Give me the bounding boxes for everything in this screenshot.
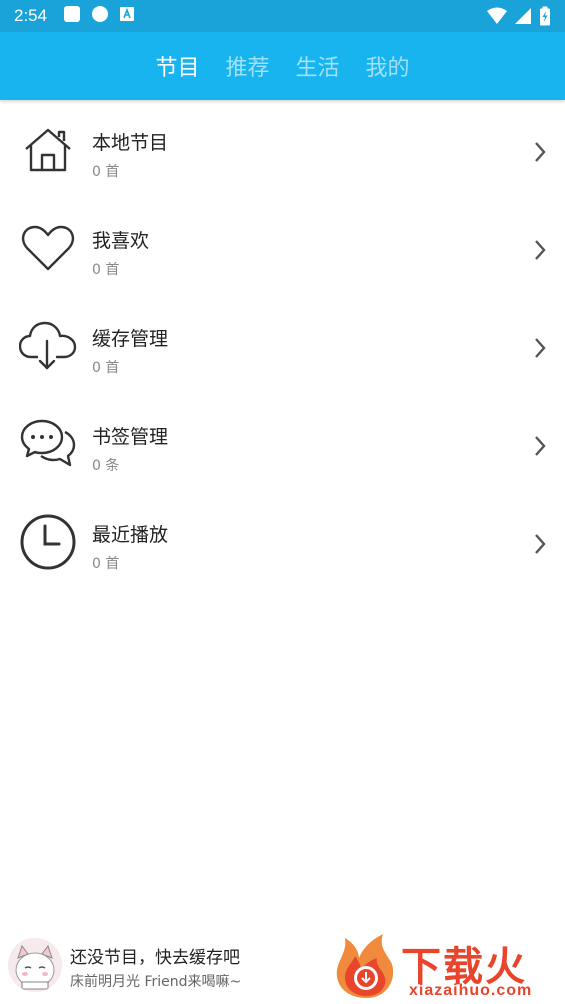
tab-mine[interactable]: 我的 [366, 50, 410, 82]
signal-icon [515, 7, 531, 29]
item-title: 我喜欢 [92, 230, 150, 252]
item-count: 0 首 [92, 164, 120, 180]
home-icon [18, 122, 78, 178]
item-title: 最近播放 [92, 524, 169, 546]
top-tab-bar: 节目 推荐 生活 我的 [0, 32, 565, 100]
list-item-local-programs[interactable]: 本地节目 0 首 [0, 100, 565, 198]
notification-circle-icon [91, 5, 109, 27]
status-time: 2:54 [14, 6, 48, 25]
list-item-recently-played[interactable]: 最近播放 0 首 [0, 492, 565, 590]
chevron-right-icon [533, 238, 547, 266]
tab-recommend[interactable]: 推荐 [225, 50, 269, 82]
chevron-right-icon [533, 532, 547, 560]
chevron-right-icon [533, 140, 547, 168]
flame-logo-icon [333, 932, 399, 1004]
list-item-bookmark-management[interactable]: 书签管理 0 条 [0, 394, 565, 492]
cloud-download-icon [18, 318, 78, 374]
item-count: 0 条 [92, 458, 120, 474]
notification-app-icon [119, 6, 135, 26]
wifi-icon [487, 7, 507, 29]
program-list: 本地节目 0 首 我喜欢 0 首 缓存管理 0 首 书签管理 0 条 最近播放 … [0, 100, 565, 590]
avatar [8, 938, 62, 992]
battery-icon [539, 6, 551, 30]
tab-programs[interactable]: 节目 [155, 50, 199, 82]
list-item-cache-management[interactable]: 缓存管理 0 首 [0, 296, 565, 394]
chat-bubble-icon [18, 416, 78, 472]
item-count: 0 首 [92, 262, 120, 278]
heart-icon [18, 220, 78, 276]
item-count: 0 首 [92, 360, 120, 376]
player-subtitle: 床前明月光 Friend来喝嘛~ [70, 974, 242, 990]
status-bar: 2:54 [0, 0, 565, 32]
player-title: 还没节目，快去缓存吧 [70, 948, 240, 968]
watermark-logo: 下载火 xiazaihuo.com [333, 930, 565, 1002]
item-title: 本地节目 [92, 132, 169, 154]
item-title: 缓存管理 [92, 328, 169, 350]
notification-square-icon [63, 5, 81, 27]
clock-icon [18, 514, 78, 570]
chevron-right-icon [533, 336, 547, 364]
chevron-right-icon [533, 434, 547, 462]
tab-life[interactable]: 生活 [296, 50, 340, 82]
item-title: 书签管理 [92, 426, 169, 448]
item-count: 0 首 [92, 556, 120, 572]
list-item-favorites[interactable]: 我喜欢 0 首 [0, 198, 565, 296]
watermark-url: xiazaihuo.com [409, 982, 533, 999]
